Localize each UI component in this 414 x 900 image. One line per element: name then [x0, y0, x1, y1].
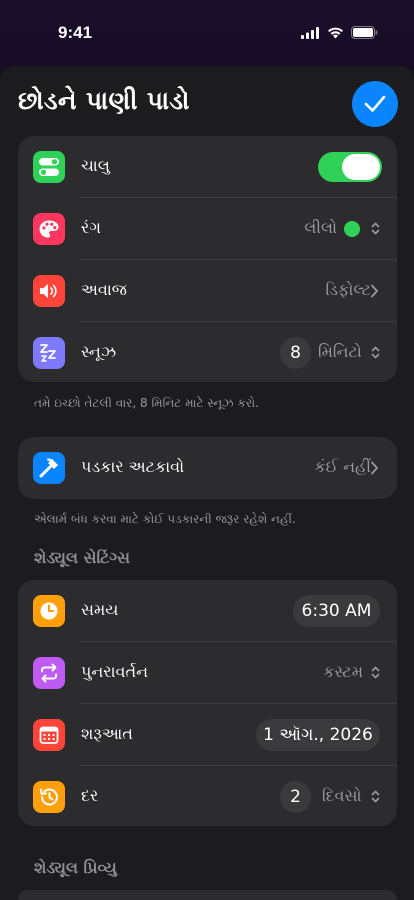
start-label: શરૂઆત [81, 724, 133, 743]
sound-label: અવાજ [81, 280, 127, 299]
every-row[interactable]: દર 2 દિવસો [18, 766, 397, 828]
repeat-row[interactable]: પુનરાવર્તન કસ્ટમ [18, 642, 397, 704]
challenge-row[interactable]: પડકાર અટકાવો કંઈ નહીં [18, 437, 397, 499]
checkmark-icon [364, 95, 386, 112]
enabled-row: ચાલુ [18, 136, 397, 198]
cellular-signal-icon [301, 26, 319, 39]
repeat-label: પુનરાવર્તન [81, 662, 148, 681]
chevron-up-down-icon [371, 790, 380, 803]
wifi-icon [328, 27, 343, 38]
color-swatch [344, 221, 360, 237]
sound-row[interactable]: અવાજ ડિફોલ્ટ [18, 260, 397, 322]
chevron-up-down-icon [371, 666, 380, 679]
snooze-unit: મિનિટો [318, 342, 362, 361]
palette-icon [33, 213, 65, 245]
every-unit: દિવસો [322, 786, 362, 805]
battery-icon [351, 26, 378, 39]
color-row[interactable]: રંગ લીલો [18, 198, 397, 260]
start-date-pill[interactable]: 1 ઑગ., 2026 [256, 719, 380, 751]
history-icon [33, 781, 65, 813]
start-row[interactable]: શરૂઆત 1 ઑગ., 2026 [18, 704, 397, 766]
snooze-footnote: તમે ઇચ્છો તેટલી વાર, 8 મિનિટ માટે સ્નૂઝ … [34, 396, 259, 410]
status-time: 9:41 [58, 23, 93, 42]
color-label: રંગ [81, 218, 101, 237]
color-value: લીલો [304, 218, 337, 237]
page-title: છોડને પાણી પાડો [18, 86, 190, 115]
challenge-label: પડકાર અટકાવો [81, 457, 185, 476]
time-value-pill[interactable]: 6:30 AM [293, 595, 380, 627]
zzz-icon [33, 337, 65, 369]
schedule-preview-header: શેડ્યૂલ પ્રિવ્યુ [34, 858, 117, 877]
challenge-footnote: એલાર્મ બંધ કરવા માટે કોઈ પડકારની જરૂર રહ… [34, 512, 296, 526]
time-label: સમય [81, 600, 119, 619]
snooze-label: સ્નૂઝ [81, 342, 117, 361]
hammer-icon [33, 452, 65, 484]
repeat-value: કસ્ટમ [323, 662, 363, 681]
done-button[interactable] [352, 81, 398, 127]
calendar-icon [33, 719, 65, 751]
enabled-label: ચાલુ [81, 156, 110, 175]
toggle-switch-icon [33, 151, 65, 183]
sound-value: ડિફોલ્ટ [325, 280, 371, 299]
chevron-right-icon [371, 284, 378, 298]
status-icons [301, 26, 378, 39]
enabled-toggle[interactable] [318, 152, 382, 182]
chevron-up-down-icon [371, 222, 380, 235]
repeat-icon [33, 657, 65, 689]
challenge-card: પડકાર અટકાવો કંઈ નહીં [18, 437, 397, 499]
clock-icon [33, 595, 65, 627]
every-number-badge: 2 [280, 781, 311, 813]
chevron-right-icon [371, 461, 378, 475]
chevron-up-down-icon [371, 346, 380, 359]
time-row[interactable]: સમય 6:30 AM [18, 580, 397, 642]
snooze-number-badge: 8 [280, 337, 311, 369]
status-bar: 9:41 [0, 0, 414, 64]
alarm-settings-card: ચાલુ રંગ લીલો અવાજ ડિફોલ્ટ સ્નૂઝ 8 મિનિટ… [18, 136, 397, 382]
snooze-row[interactable]: સ્નૂઝ 8 મિનિટો [18, 322, 397, 384]
schedule-settings-header: શેડ્યૂલ સેટિંગ્સ [34, 548, 131, 567]
speaker-icon [33, 275, 65, 307]
schedule-preview-card [18, 890, 397, 900]
toggle-knob [342, 154, 380, 180]
schedule-settings-card: સમય 6:30 AM પુનરાવર્તન કસ્ટમ શરૂઆત 1 ઑગ.… [18, 580, 397, 826]
challenge-value: કંઈ નહીં [314, 457, 371, 476]
every-label: દર [81, 786, 99, 805]
